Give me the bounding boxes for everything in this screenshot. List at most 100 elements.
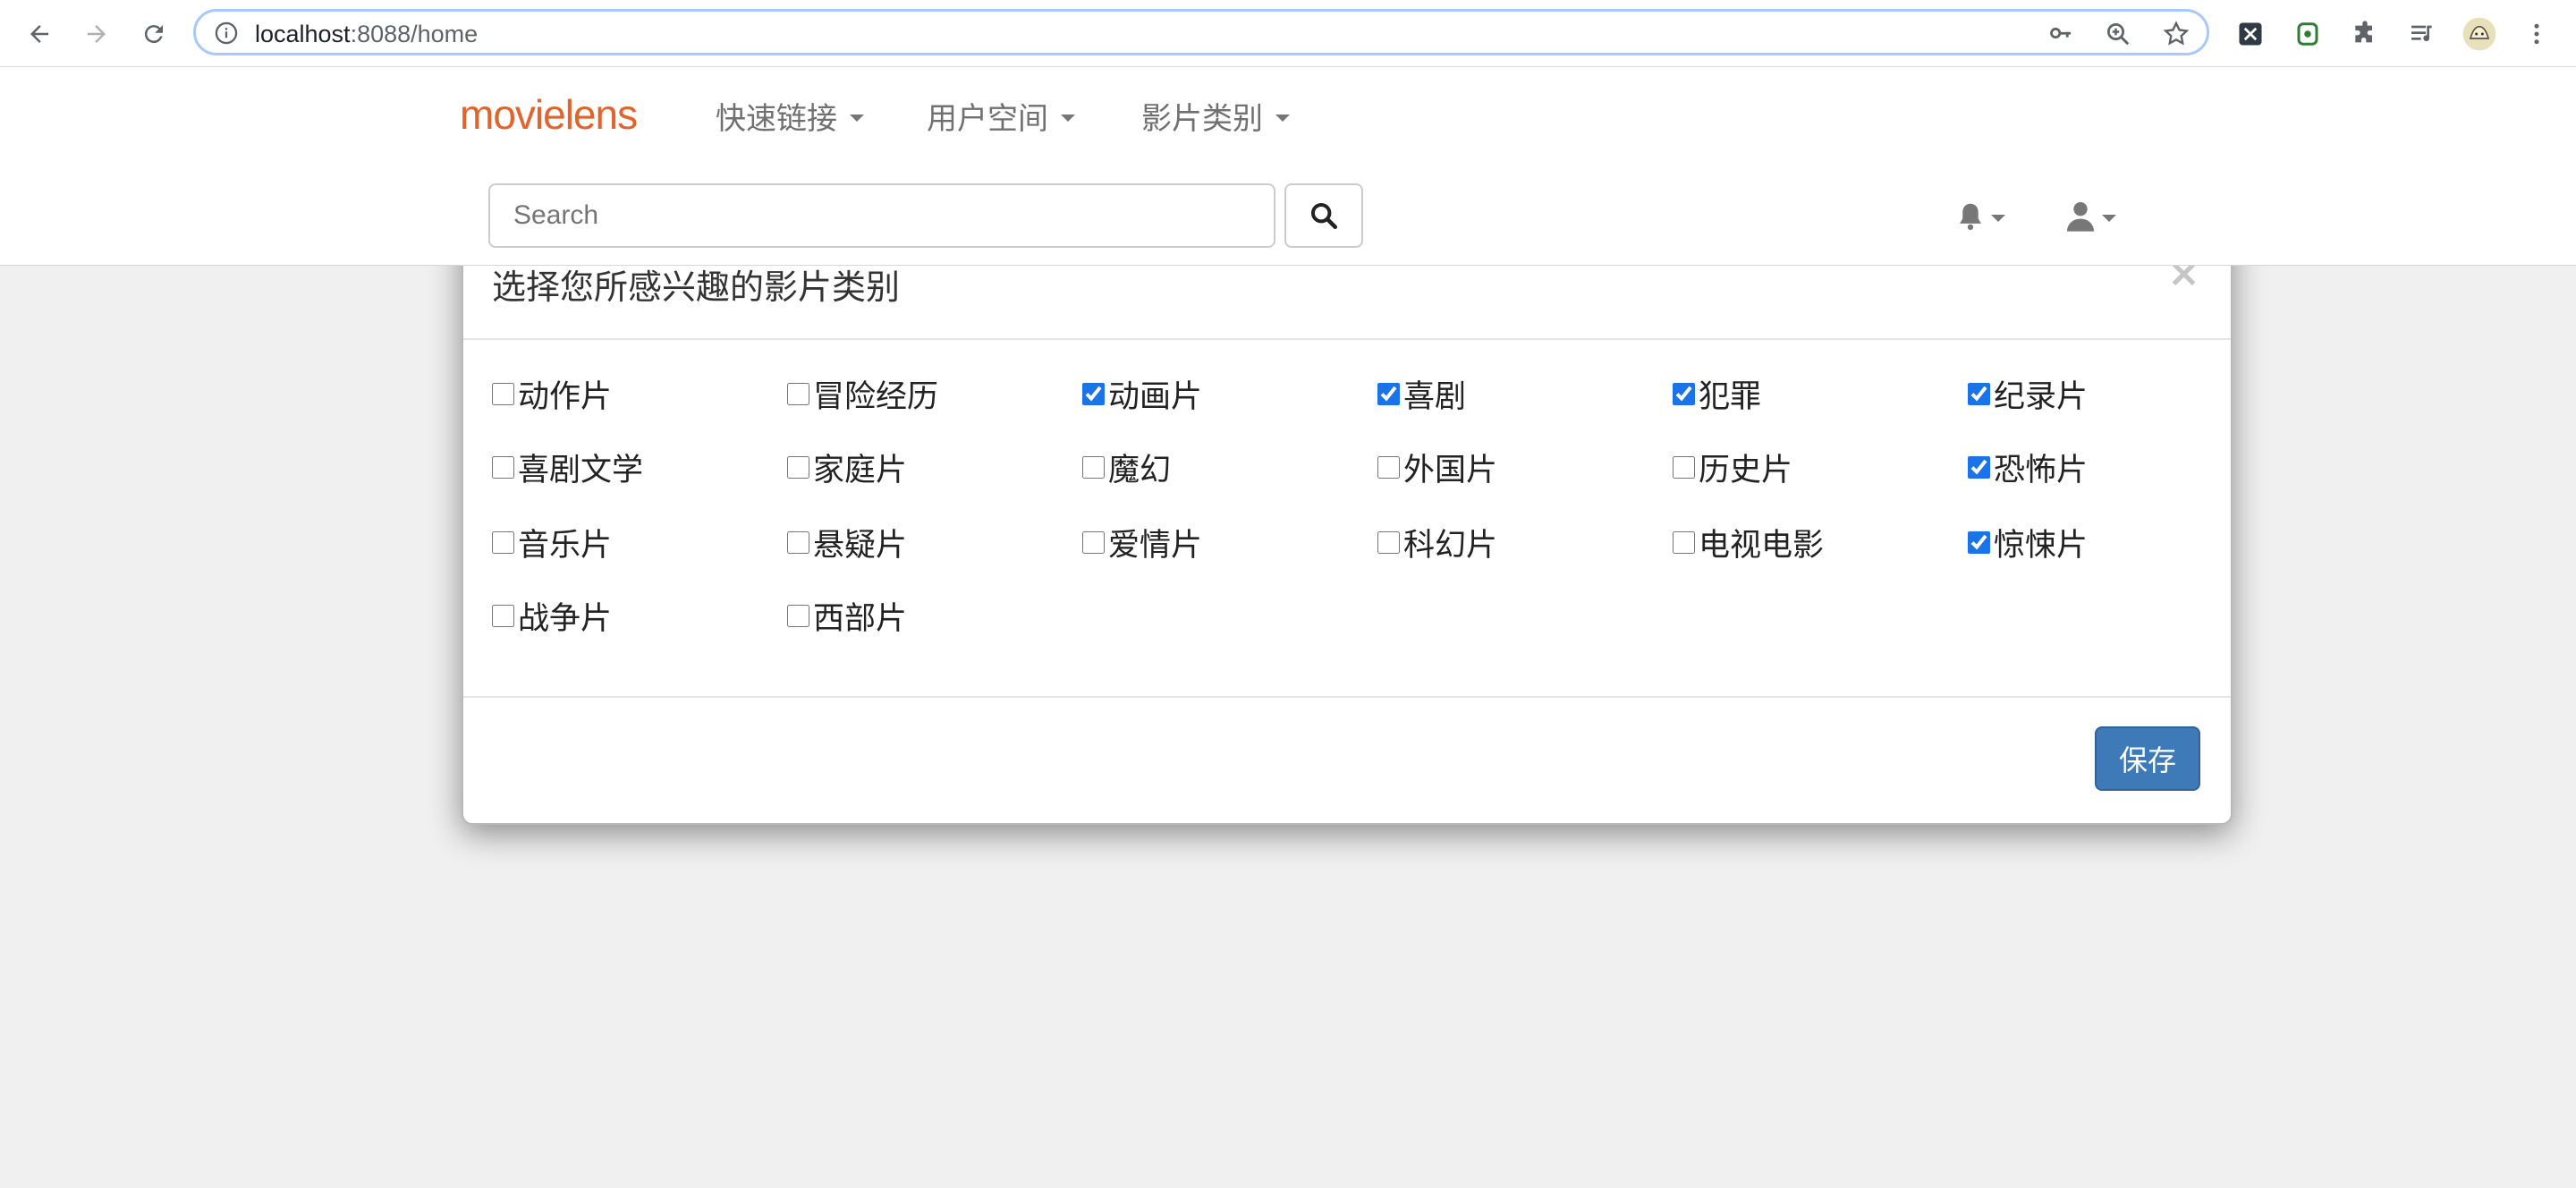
more-vertical-icon <box>2534 23 2539 45</box>
genre-option[interactable]: 魔幻 <box>1082 447 1172 488</box>
extensions-button[interactable] <box>2347 16 2383 52</box>
menu-genres-label: 影片类别 <box>1141 102 1263 136</box>
genre-checkbox[interactable] <box>1377 382 1400 405</box>
genre-label: 历史片 <box>1699 452 1793 488</box>
reload-button[interactable] <box>134 14 174 54</box>
genre-label: 家庭片 <box>813 452 908 488</box>
menu-quick-links-label: 快速链接 <box>716 102 837 136</box>
url-host: localhost <box>255 21 351 47</box>
genre-option[interactable]: 动画片 <box>1082 374 1202 415</box>
genre-option[interactable]: 音乐片 <box>492 522 612 564</box>
genre-option[interactable]: 西部片 <box>787 596 907 637</box>
genre-option[interactable]: 外国片 <box>1377 447 1498 488</box>
genre-label: 动画片 <box>1108 378 1203 415</box>
genre-label: 犯罪 <box>1699 378 1762 415</box>
save-button[interactable]: 保存 <box>2095 726 2200 791</box>
genre-option[interactable]: 家庭片 <box>787 447 908 488</box>
genre-label: 冒险经历 <box>813 378 939 415</box>
genre-checkbox[interactable] <box>1082 455 1105 479</box>
menu-genres[interactable]: 影片类别 <box>1141 94 1290 138</box>
genre-option[interactable]: 喜剧 <box>1377 374 1466 415</box>
genre-checkbox[interactable] <box>1673 455 1695 479</box>
forward-arrow-icon <box>88 25 106 43</box>
menu-quick-links[interactable]: 快速链接 <box>716 94 864 138</box>
url-text[interactable]: localhost:8088/home <box>255 21 478 48</box>
browser-toolbar: localhost:8088/home <box>0 0 2576 67</box>
genre-label: 动作片 <box>518 378 613 415</box>
user-menu-button[interactable] <box>2063 194 2116 239</box>
puzzle-icon <box>2355 21 2372 43</box>
genre-preferences-modal: 选择您所感兴趣的影片类别 × 动作片 冒险经历 动画片 喜剧 犯罪 纪录片 喜剧… <box>462 215 2233 825</box>
search-button[interactable] <box>1284 183 1363 248</box>
genre-label: 喜剧 <box>1403 378 1467 415</box>
genre-checkbox[interactable] <box>787 530 809 554</box>
genre-option[interactable]: 战争片 <box>492 596 612 637</box>
back-arrow-icon <box>30 25 48 43</box>
genre-option[interactable]: 爱情片 <box>1082 522 1203 564</box>
zoom-icon[interactable] <box>2105 21 2131 47</box>
genre-option[interactable]: 悬疑片 <box>787 522 908 564</box>
url-path: :8088/home <box>350 21 479 47</box>
playlist-icon <box>2411 25 2432 42</box>
genre-checkbox[interactable] <box>1673 382 1695 405</box>
genre-checkbox[interactable] <box>787 382 809 405</box>
site-info-icon[interactable] <box>214 21 239 46</box>
genre-option[interactable]: 恐怖片 <box>1968 447 2088 488</box>
search-input[interactable] <box>488 183 1275 248</box>
browser-menu-button[interactable] <box>2519 16 2555 52</box>
genre-checkbox[interactable] <box>1082 382 1105 405</box>
genre-checkbox[interactable] <box>492 604 514 627</box>
genre-label: 悬疑片 <box>813 527 908 564</box>
key-icon[interactable] <box>2047 21 2074 46</box>
x-extension-icon <box>2239 22 2262 46</box>
genre-checkbox[interactable] <box>787 455 809 479</box>
genre-checkbox[interactable] <box>492 455 514 479</box>
genre-option[interactable]: 惊悚片 <box>1968 522 2089 564</box>
genre-option[interactable]: 纪录片 <box>1968 374 2088 415</box>
genre-checkbox[interactable] <box>1673 530 1695 554</box>
genre-label: 战争片 <box>518 600 613 637</box>
avatar-icon <box>2462 17 2496 51</box>
genre-checkbox[interactable] <box>787 604 809 627</box>
caret-down-icon <box>1061 114 1075 122</box>
extension-green-button[interactable] <box>2290 16 2326 52</box>
genre-option[interactable]: 历史片 <box>1673 447 1793 488</box>
modal-title: 选择您所感兴趣的影片类别 <box>492 267 901 307</box>
genre-option[interactable]: 电视电影 <box>1673 522 1824 564</box>
movielens-logo[interactable]: movielens <box>460 90 638 139</box>
genre-checkbox[interactable] <box>492 382 514 405</box>
caret-down-icon <box>850 114 864 122</box>
genre-checkbox[interactable] <box>1377 455 1400 479</box>
genre-option[interactable]: 科幻片 <box>1377 522 1497 564</box>
genre-label: 西部片 <box>813 600 908 637</box>
genre-checkbox[interactable] <box>1968 455 1990 479</box>
extension-x-button[interactable] <box>2233 16 2268 52</box>
genre-option[interactable]: 喜剧文学 <box>492 447 644 488</box>
genre-label: 喜剧文学 <box>518 452 644 488</box>
genre-checkbox[interactable] <box>492 530 514 554</box>
reading-list-button[interactable] <box>2404 16 2440 52</box>
genre-label: 外国片 <box>1403 452 1498 488</box>
genre-checkbox[interactable] <box>1377 530 1400 554</box>
genre-label: 惊悚片 <box>1994 527 2089 564</box>
back-button[interactable] <box>20 14 59 54</box>
genre-option[interactable]: 犯罪 <box>1673 374 1761 415</box>
genre-label: 纪录片 <box>1994 378 2089 415</box>
genre-checkbox[interactable] <box>1968 382 1990 405</box>
menu-user-space[interactable]: 用户空间 <box>927 94 1075 138</box>
address-bar[interactable]: localhost:8088/home <box>193 9 2209 55</box>
user-icon <box>2067 202 2094 232</box>
genre-option[interactable]: 冒险经历 <box>787 374 938 415</box>
caret-down-icon <box>1275 114 1290 122</box>
caret-down-icon <box>1991 215 2005 222</box>
genre-checkbox[interactable] <box>1968 530 1990 554</box>
genre-label: 爱情片 <box>1108 527 1203 564</box>
genre-option[interactable]: 动作片 <box>492 374 612 415</box>
profile-avatar-button[interactable] <box>2462 16 2497 52</box>
forward-button[interactable] <box>77 14 116 54</box>
bookmark-star-icon[interactable] <box>2162 20 2190 48</box>
genre-label: 魔幻 <box>1108 452 1172 488</box>
genre-checkbox[interactable] <box>1082 530 1105 554</box>
green-extension-icon <box>2297 22 2318 46</box>
notifications-button[interactable] <box>1953 194 2005 239</box>
